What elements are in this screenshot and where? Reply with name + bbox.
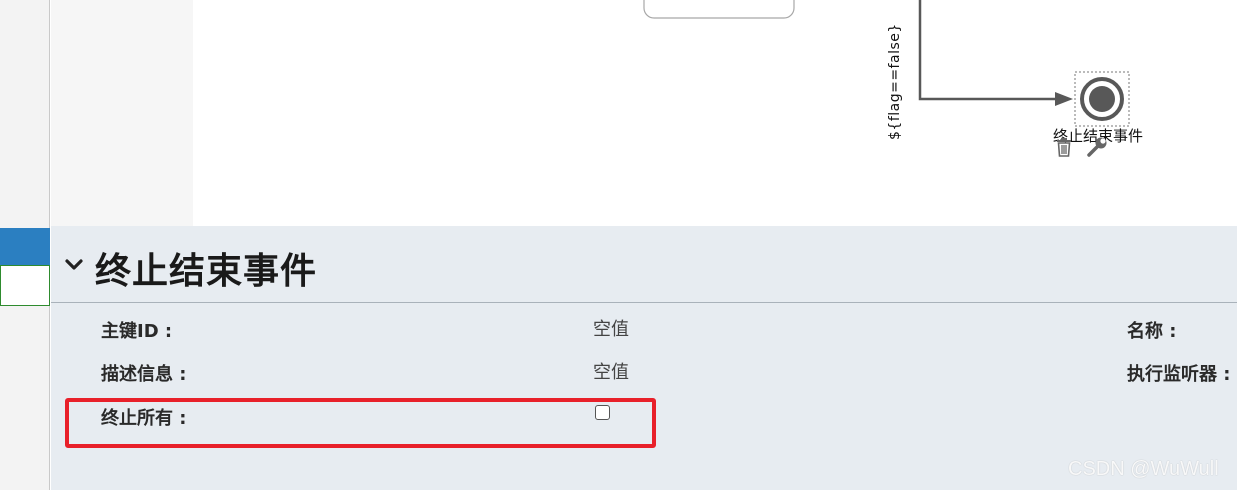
name-label: 名称 : bbox=[1127, 321, 1177, 342]
trash-icon[interactable] bbox=[1053, 136, 1075, 158]
properties-header[interactable]: 终止结束事件 bbox=[51, 226, 1237, 303]
sequence-flow[interactable] bbox=[918, 0, 1069, 101]
arrow-head bbox=[1055, 92, 1073, 106]
sidebar-tab[interactable] bbox=[0, 265, 50, 306]
documentation-label: 描述信息 : bbox=[101, 364, 187, 385]
documentation-value[interactable]: 空值 bbox=[593, 358, 629, 384]
terminate-end-event-inner bbox=[1089, 86, 1115, 112]
watermark: CSDN @WuWull bbox=[1068, 458, 1219, 480]
shape-palette bbox=[51, 0, 193, 226]
chevron-down-icon[interactable] bbox=[65, 257, 83, 273]
process-diagram bbox=[643, 0, 1130, 127]
listeners-label: 执行监听器 : bbox=[1127, 364, 1231, 385]
id-label: 主键ID : bbox=[101, 321, 173, 342]
properties-panel: 终止结束事件 主键ID : 空值 名称 : 描述信息 : 空值 执行监听器 : … bbox=[51, 226, 1237, 490]
sidebar-tab-active[interactable] bbox=[0, 228, 50, 265]
highlight-annotation bbox=[65, 398, 656, 448]
editor-root: ${flag==false} 终止结束事件 终止结束事件 主键ID: 空值 名… bbox=[0, 0, 1237, 490]
sequence-condition-label: ${flag==false} bbox=[887, 23, 903, 140]
wrench-icon[interactable] bbox=[1086, 136, 1108, 158]
properties-title: 终止结束事件 bbox=[95, 251, 318, 292]
id-value[interactable]: 空值 bbox=[593, 315, 629, 341]
process-canvas[interactable]: ${flag==false} 终止结束事件 bbox=[193, 0, 1237, 226]
task-shape[interactable] bbox=[643, 0, 795, 19]
